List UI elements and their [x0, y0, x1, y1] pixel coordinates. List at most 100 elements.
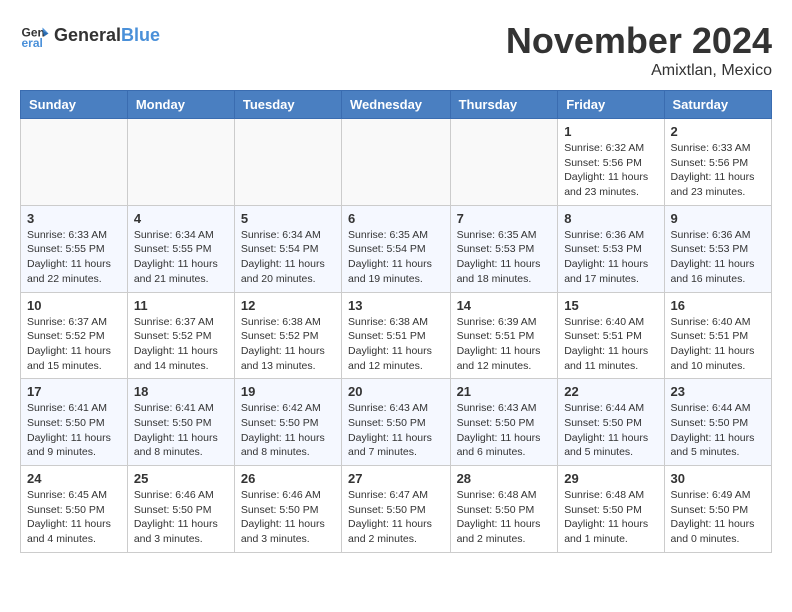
- day-number: 21: [457, 384, 552, 399]
- calendar-cell: 29Sunrise: 6:48 AM Sunset: 5:50 PM Dayli…: [558, 466, 664, 553]
- calendar-cell: 25 Sunrise: 6:46 AM Sunset: 5:50 PM Dayli…: [127, 466, 234, 553]
- calendar-cell: [234, 119, 341, 206]
- day-info: Sunrise: 6:43 AM Sunset: 5:50 PM Dayligh…: [457, 401, 552, 460]
- location: Amixtlan, Mexico: [506, 62, 772, 80]
- day-number: 8: [564, 211, 657, 226]
- day-info: Sunrise: 6:38 AM Sunset: 5:51 PM Dayligh…: [348, 315, 444, 374]
- calendar-cell: 20 Sunrise: 6:43 AM Sunset: 5:50 PM Dayli…: [342, 379, 451, 466]
- day-number: 5: [241, 211, 335, 226]
- day-number: 17: [27, 384, 121, 399]
- weekday-header-saturday: Saturday: [664, 91, 771, 119]
- calendar-cell: 10 Sunrise: 6:37 AM Sunset: 5:52 PM Dayli…: [21, 292, 128, 379]
- logo-blue: Blue: [121, 25, 160, 45]
- calendar-cell: 26Sunrise: 6:46 AM Sunset: 5:50 PM Dayli…: [234, 466, 341, 553]
- calendar-week-2: 3Sunrise: 6:33 AM Sunset: 5:55 PM Daylig…: [21, 205, 772, 292]
- day-info: Sunrise: 6:41 AM Sunset: 5:50 PM Dayligh…: [27, 401, 121, 460]
- calendar-cell: 22Sunrise: 6:44 AM Sunset: 5:50 PM Dayli…: [558, 379, 664, 466]
- calendar-cell: 7Sunrise: 6:35 AM Sunset: 5:53 PM Daylig…: [450, 205, 558, 292]
- day-info: Sunrise: 6:42 AM Sunset: 5:50 PM Dayligh…: [241, 401, 335, 460]
- calendar-cell: 19 Sunrise: 6:42 AM Sunset: 5:50 PM Dayli…: [234, 379, 341, 466]
- weekday-header-sunday: Sunday: [21, 91, 128, 119]
- calendar-cell: 2 Sunrise: 6:33 AM Sunset: 5:56 PM Daylig…: [664, 119, 771, 206]
- calendar-cell: 4 Sunrise: 6:34 AM Sunset: 5:55 PM Daylig…: [127, 205, 234, 292]
- day-number: 18: [134, 384, 228, 399]
- calendar-cell: 21 Sunrise: 6:43 AM Sunset: 5:50 PM Dayli…: [450, 379, 558, 466]
- day-number: 22: [564, 384, 657, 399]
- day-info: Sunrise: 6:41 AM Sunset: 5:50 PM Dayligh…: [134, 401, 228, 460]
- day-info: Sunrise: 6:46 AM Sunset: 5:50 PM Dayligh…: [134, 488, 228, 547]
- day-info: Sunrise: 6:48 AM Sunset: 5:50 PM Dayligh…: [564, 488, 657, 547]
- calendar-cell: 28 Sunrise: 6:48 AM Sunset: 5:50 PM Dayli…: [450, 466, 558, 553]
- day-number: 9: [671, 211, 765, 226]
- calendar-cell: 13 Sunrise: 6:38 AM Sunset: 5:51 PM Dayli…: [342, 292, 451, 379]
- day-number: 30: [671, 471, 765, 486]
- weekday-header-row: SundayMondayTuesdayWednesdayThursdayFrid…: [21, 91, 772, 119]
- calendar-cell: [342, 119, 451, 206]
- day-number: 24: [27, 471, 121, 486]
- day-number: 14: [457, 298, 552, 313]
- calendar-cell: [450, 119, 558, 206]
- day-number: 4: [134, 211, 228, 226]
- calendar-cell: 16 Sunrise: 6:40 AM Sunset: 5:51 PM Dayli…: [664, 292, 771, 379]
- calendar-week-5: 24 Sunrise: 6:45 AM Sunset: 5:50 PM Dayli…: [21, 466, 772, 553]
- calendar-cell: 3Sunrise: 6:33 AM Sunset: 5:55 PM Daylig…: [21, 205, 128, 292]
- day-number: 23: [671, 384, 765, 399]
- day-info: Sunrise: 6:33 AM Sunset: 5:56 PM Dayligh…: [671, 141, 765, 200]
- calendar-cell: 14 Sunrise: 6:39 AM Sunset: 5:51 PM Dayli…: [450, 292, 558, 379]
- calendar-cell: 27 Sunrise: 6:47 AM Sunset: 5:50 PM Dayli…: [342, 466, 451, 553]
- calendar-cell: 24 Sunrise: 6:45 AM Sunset: 5:50 PM Dayli…: [21, 466, 128, 553]
- day-info: Sunrise: 6:45 AM Sunset: 5:50 PM Dayligh…: [27, 488, 121, 547]
- logo-text: GeneralBlue: [54, 25, 160, 46]
- calendar-cell: 8 Sunrise: 6:36 AM Sunset: 5:53 PM Daylig…: [558, 205, 664, 292]
- calendar-cell: [21, 119, 128, 206]
- day-info: Sunrise: 6:34 AM Sunset: 5:54 PM Dayligh…: [241, 228, 335, 287]
- day-info: Sunrise: 6:34 AM Sunset: 5:55 PM Dayligh…: [134, 228, 228, 287]
- calendar-cell: 12 Sunrise: 6:38 AM Sunset: 5:52 PM Dayli…: [234, 292, 341, 379]
- day-info: Sunrise: 6:37 AM Sunset: 5:52 PM Dayligh…: [134, 315, 228, 374]
- day-number: 1: [564, 124, 657, 139]
- day-number: 12: [241, 298, 335, 313]
- weekday-header-thursday: Thursday: [450, 91, 558, 119]
- day-info: Sunrise: 6:40 AM Sunset: 5:51 PM Dayligh…: [671, 315, 765, 374]
- weekday-header-tuesday: Tuesday: [234, 91, 341, 119]
- logo-icon: Gen eral: [20, 20, 50, 50]
- day-number: 27: [348, 471, 444, 486]
- day-number: 16: [671, 298, 765, 313]
- calendar-cell: 6 Sunrise: 6:35 AM Sunset: 5:54 PM Daylig…: [342, 205, 451, 292]
- day-number: 6: [348, 211, 444, 226]
- day-info: Sunrise: 6:38 AM Sunset: 5:52 PM Dayligh…: [241, 315, 335, 374]
- day-info: Sunrise: 6:39 AM Sunset: 5:51 PM Dayligh…: [457, 315, 552, 374]
- logo-general: General: [54, 25, 121, 45]
- day-info: Sunrise: 6:48 AM Sunset: 5:50 PM Dayligh…: [457, 488, 552, 547]
- day-info: Sunrise: 6:37 AM Sunset: 5:52 PM Dayligh…: [27, 315, 121, 374]
- day-number: 2: [671, 124, 765, 139]
- day-info: Sunrise: 6:35 AM Sunset: 5:54 PM Dayligh…: [348, 228, 444, 287]
- day-info: Sunrise: 6:33 AM Sunset: 5:55 PM Dayligh…: [27, 228, 121, 287]
- calendar-table: SundayMondayTuesdayWednesdayThursdayFrid…: [20, 90, 772, 553]
- calendar-cell: 1 Sunrise: 6:32 AM Sunset: 5:56 PM Daylig…: [558, 119, 664, 206]
- day-info: Sunrise: 6:47 AM Sunset: 5:50 PM Dayligh…: [348, 488, 444, 547]
- page-header: Gen eral GeneralBlue November 2024 Amixt…: [20, 20, 772, 80]
- day-number: 20: [348, 384, 444, 399]
- day-number: 15: [564, 298, 657, 313]
- calendar-cell: 15 Sunrise: 6:40 AM Sunset: 5:51 PM Dayli…: [558, 292, 664, 379]
- day-number: 19: [241, 384, 335, 399]
- day-info: Sunrise: 6:44 AM Sunset: 5:50 PM Dayligh…: [671, 401, 765, 460]
- calendar-cell: 11 Sunrise: 6:37 AM Sunset: 5:52 PM Dayli…: [127, 292, 234, 379]
- day-number: 25: [134, 471, 228, 486]
- day-number: 11: [134, 298, 228, 313]
- day-info: Sunrise: 6:36 AM Sunset: 5:53 PM Dayligh…: [671, 228, 765, 287]
- day-number: 13: [348, 298, 444, 313]
- day-info: Sunrise: 6:40 AM Sunset: 5:51 PM Dayligh…: [564, 315, 657, 374]
- day-info: Sunrise: 6:36 AM Sunset: 5:53 PM Dayligh…: [564, 228, 657, 287]
- calendar-cell: 17 Sunrise: 6:41 AM Sunset: 5:50 PM Dayli…: [21, 379, 128, 466]
- day-info: Sunrise: 6:43 AM Sunset: 5:50 PM Dayligh…: [348, 401, 444, 460]
- day-info: Sunrise: 6:32 AM Sunset: 5:56 PM Dayligh…: [564, 141, 657, 200]
- weekday-header-monday: Monday: [127, 91, 234, 119]
- calendar-cell: [127, 119, 234, 206]
- calendar-cell: 30Sunrise: 6:49 AM Sunset: 5:50 PM Dayli…: [664, 466, 771, 553]
- day-number: 10: [27, 298, 121, 313]
- title-block: November 2024 Amixtlan, Mexico: [506, 20, 772, 80]
- calendar-week-3: 10 Sunrise: 6:37 AM Sunset: 5:52 PM Dayli…: [21, 292, 772, 379]
- day-number: 28: [457, 471, 552, 486]
